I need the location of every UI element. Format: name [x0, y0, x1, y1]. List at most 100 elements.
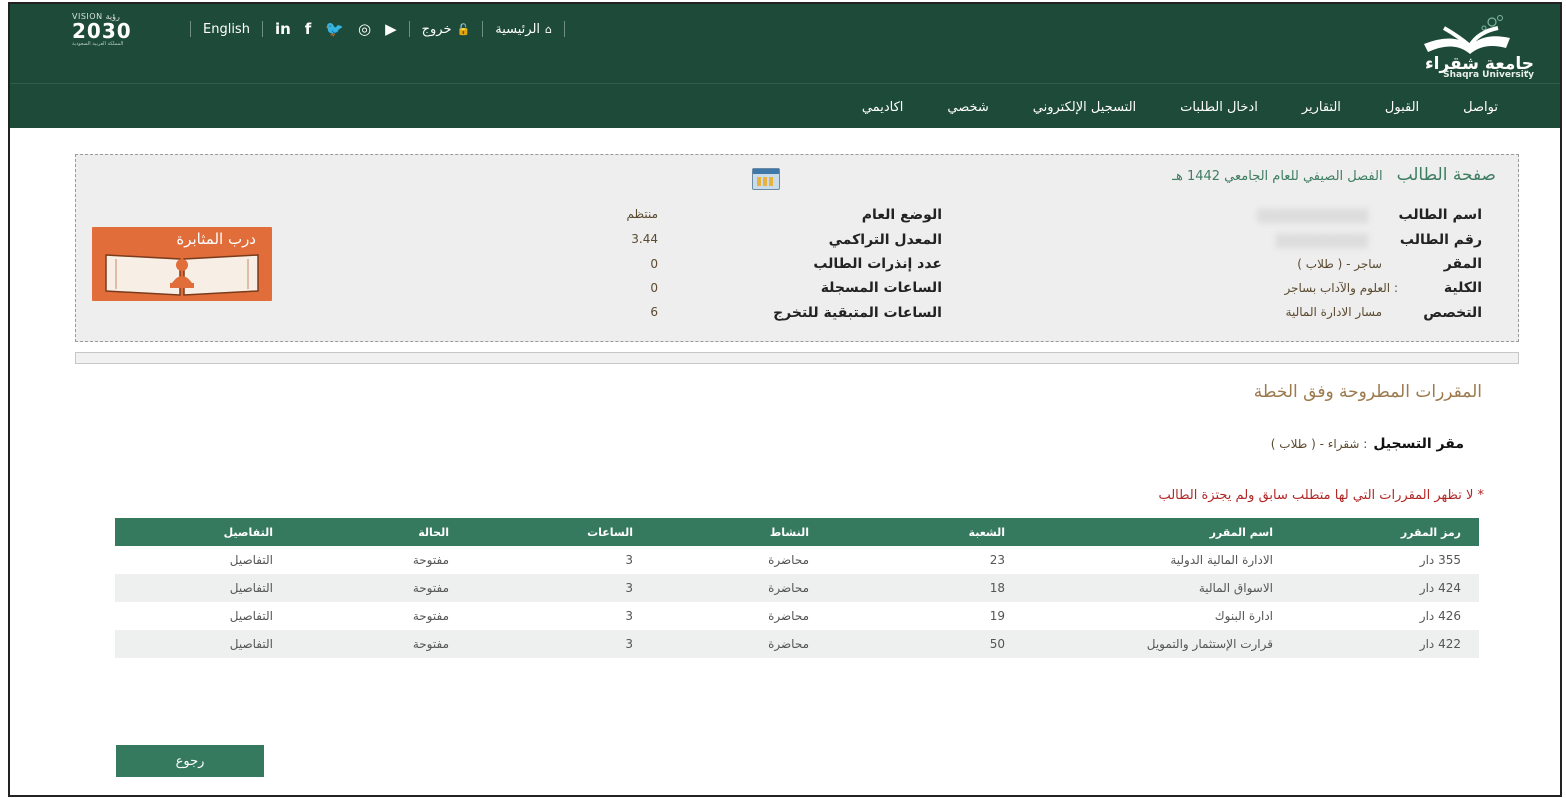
course-section: 23 [989, 553, 1005, 567]
home-icon: ⌂ [545, 22, 552, 36]
calendar-icon[interactable] [752, 168, 780, 190]
twitter-icon[interactable]: 🐦 [325, 20, 344, 38]
logout-label: خروج [421, 21, 452, 37]
gpa-value: 3.44 [631, 232, 658, 246]
registered-hours-value: 0 [650, 281, 658, 295]
nav-item-personal[interactable]: شخصي [925, 100, 1010, 115]
book-logo-icon [1424, 15, 1510, 54]
nav-item-academic[interactable]: اكاديمي [840, 100, 926, 115]
back-button[interactable]: رجوع [116, 745, 264, 777]
course-details-link[interactable]: التفاصيل [115, 546, 291, 574]
student-name-value: ████████████ [1257, 209, 1368, 223]
course-hours: 3 [467, 630, 651, 658]
university-logo[interactable]: جامعة شقراء Shaqra University [1390, 10, 1540, 80]
course-details-link[interactable]: التفاصيل [115, 630, 291, 658]
course-code: 424 دار [1291, 574, 1479, 602]
remaining-hours-value: 6 [650, 305, 658, 319]
registration-label: مقر التسجيل [1373, 436, 1464, 452]
page-frame: VISION رؤية 2030 المملكة العربية السعودي… [8, 2, 1562, 797]
nav-item-reports[interactable]: التقارير [1280, 100, 1363, 115]
warnings-label: عدد إنذرات الطالب [813, 256, 942, 272]
course-section: 50 [827, 630, 1023, 658]
table-row: 355 دار الادارة المالية الدولية 23 محاضر… [115, 546, 1479, 574]
warnings-value: 0 [650, 257, 658, 271]
course-status: مفتوحة [291, 630, 467, 658]
course-code: 355 دار [1419, 553, 1461, 567]
general-status-value: منتظم [626, 207, 659, 221]
table-row: 422 دار قرارت الإستثمار والتمويل 50 محاض… [115, 630, 1479, 658]
college-value: : العلوم والآداب بساجر [1284, 281, 1398, 295]
lock-icon: 🔓 [456, 22, 471, 36]
perseverance-badge[interactable]: درب المثابرة [92, 227, 272, 301]
table-row: 424 دار الاسواق المالية 18 محاضرة 3 مفتو… [115, 574, 1479, 602]
section-title: المقررات المطروحة وفق الخطة [1253, 382, 1482, 402]
gpa-label: المعدل التراكمي [828, 232, 942, 248]
student-id-value: ██████████ [1275, 234, 1368, 248]
col-details: التفاصيل [115, 518, 291, 546]
logo-english-name: Shaqra University [1443, 70, 1534, 80]
course-section: 19 [989, 609, 1005, 623]
student-info-card: صفحة الطالب الفصل الصيفي للعام الجامعي 1… [75, 154, 1519, 342]
divider [190, 21, 191, 37]
col-section: الشعبة [827, 518, 1023, 546]
nav-item-contact[interactable]: تواصل [1441, 100, 1520, 115]
college-label: الكلية [1443, 280, 1482, 296]
course-status: مفتوحة [291, 574, 467, 602]
courses-table: رمز المقرر اسم المقرر الشعبة النشاط السا… [115, 518, 1479, 658]
social-links: in f 🐦 ◎ ▶ [275, 20, 397, 38]
top-bar: VISION رؤية 2030 المملكة العربية السعودي… [10, 4, 1560, 84]
general-status-label: الوضع العام [861, 207, 942, 223]
campus-value: ساجر - ( طلاب ) [1297, 257, 1382, 271]
youtube-icon[interactable]: ▶ [385, 20, 397, 38]
col-status: الحالة [291, 518, 467, 546]
nav-item-requests[interactable]: ادخال الطلبات [1158, 100, 1280, 115]
course-activity: محاضرة [768, 553, 809, 567]
registration-value: : شقراء - ( طلاب ) [1270, 437, 1368, 451]
divider-bar [75, 352, 1519, 364]
logout-link[interactable]: 🔓 خروج [422, 22, 471, 37]
col-course-code: رمز المقرر [1291, 518, 1479, 546]
facebook-icon[interactable]: f [305, 20, 312, 38]
student-name-label: اسم الطالب [1398, 207, 1482, 223]
remaining-hours-label: الساعات المتبقية للتخرج [773, 305, 942, 321]
course-section: 18 [827, 574, 1023, 602]
table-row: 426 دار ادارة البنوك 19 محاضرة 3 مفتوحة … [115, 602, 1479, 630]
badge-text: درب المثابرة [176, 230, 256, 248]
registration-location: مقر التسجيل : شقراء - ( طلاب ) [1271, 436, 1464, 452]
nav-item-admission[interactable]: القبول [1363, 100, 1441, 115]
vision-year: 2030 [72, 19, 132, 43]
term-label: الفصل الصيفي للعام الجامعي 1442 هـ [1172, 169, 1383, 184]
divider [261, 21, 263, 37]
nav-item-e-registration[interactable]: التسجيل الإلكتروني [1011, 100, 1158, 115]
english-link[interactable]: English [203, 22, 250, 37]
table-header-row: رمز المقرر اسم المقرر الشعبة النشاط السا… [115, 518, 1479, 546]
course-code: 422 دار [1291, 630, 1479, 658]
linkedin-icon[interactable]: in [275, 20, 291, 38]
divider [564, 21, 565, 37]
instagram-icon[interactable]: ◎ [358, 20, 371, 38]
course-activity: محاضرة [651, 574, 827, 602]
vision-sub-text: المملكة العربية السعودية [72, 41, 124, 47]
course-details-link[interactable]: التفاصيل [115, 574, 291, 602]
course-hours: 3 [467, 574, 651, 602]
site-header: VISION رؤية 2030 المملكة العربية السعودي… [10, 4, 1560, 128]
home-link[interactable]: ⌂ الرئيسية [495, 22, 552, 37]
divider [408, 21, 410, 37]
home-label: الرئيسية [495, 21, 541, 37]
course-details-link[interactable]: التفاصيل [115, 602, 291, 630]
top-links: English in f 🐦 ◎ ▶ 🔓 خروج ⌂ الرئيسية [178, 16, 577, 42]
course-name: الادارة المالية الدولية [1170, 553, 1273, 567]
course-name: ادارة البنوك [1214, 609, 1273, 623]
course-hours: 3 [625, 609, 633, 623]
student-card-title: صفحة الطالب الفصل الصيفي للعام الجامعي 1… [1172, 165, 1496, 185]
student-id-label: رقم الطالب [1399, 232, 1482, 248]
col-hours: الساعات [467, 518, 651, 546]
campus-label: المقر [1443, 256, 1482, 272]
page-title: صفحة الطالب [1396, 165, 1496, 185]
course-activity: محاضرة [651, 630, 827, 658]
course-name: الاسواق المالية [1023, 574, 1291, 602]
col-activity: النشاط [651, 518, 827, 546]
open-book-icon [105, 254, 259, 296]
vision-2030-logo: VISION رؤية 2030 المملكة العربية السعودي… [72, 12, 172, 52]
course-activity: محاضرة [768, 609, 809, 623]
